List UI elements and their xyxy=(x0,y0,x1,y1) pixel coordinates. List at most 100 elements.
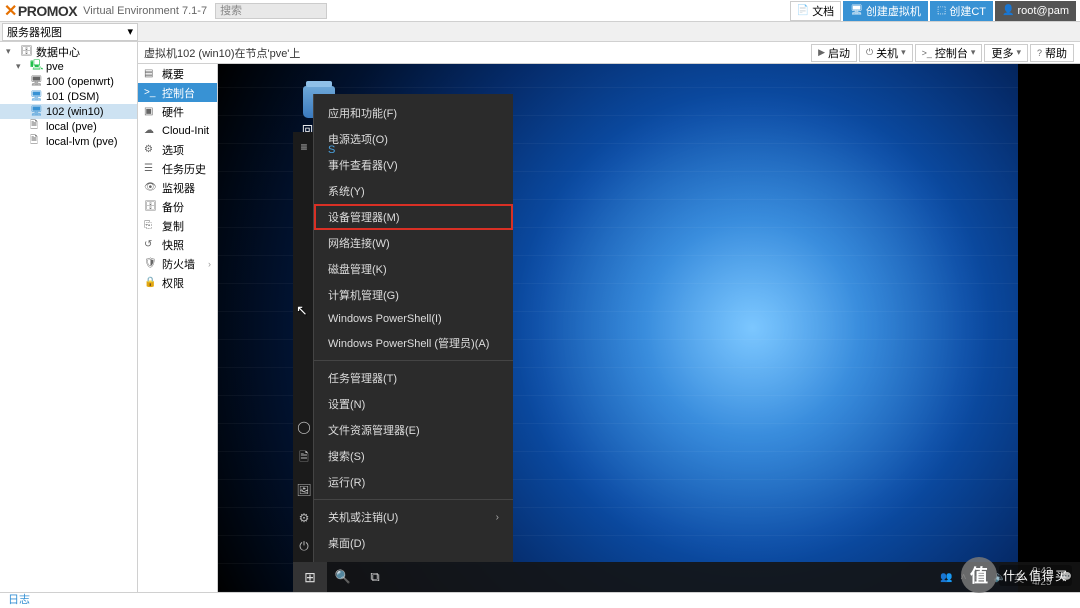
tree-vm-101[interactable]: 🖥101 (DSM) xyxy=(0,89,137,104)
view-selector[interactable]: 服务器视图▾ xyxy=(2,23,138,41)
chevron-down-icon: ▾ xyxy=(971,47,976,58)
sm-firewall[interactable]: 🛡防火墙› xyxy=(138,254,217,273)
chevron-right-icon: › xyxy=(208,259,211,269)
storage-icon: 🗎 xyxy=(30,133,42,150)
ctx-run[interactable]: 运行(R) xyxy=(314,469,513,495)
save-icon: 🗄 xyxy=(144,201,156,212)
ctx-apps[interactable]: 应用和功能(F) xyxy=(314,100,513,126)
server-icon: 🗄 xyxy=(20,46,32,57)
copy-icon: ⎘ xyxy=(144,220,156,231)
sm-hardware[interactable]: ▣硬件 xyxy=(138,102,217,121)
vm-icon: 🖥 xyxy=(30,106,42,117)
sm-replication[interactable]: ⎘复制 xyxy=(138,216,217,235)
ctx-compmgmt[interactable]: 计算机管理(G) xyxy=(314,282,513,308)
create-vm-button[interactable]: 🖥创建虚拟机 xyxy=(843,1,928,21)
ctx-search[interactable]: 搜索(S) xyxy=(314,443,513,469)
tree-datacenter[interactable]: ▾🗄数据中心 xyxy=(0,44,137,59)
ctx-powershell[interactable]: Windows PowerShell(I) xyxy=(314,308,513,330)
start-button[interactable]: ▶启动 xyxy=(811,44,857,62)
chevron-down-icon: ▾ xyxy=(1016,47,1021,58)
ctx-system[interactable]: 系统(Y) xyxy=(314,178,513,204)
content-panel: 虚拟机102 (win10)在节点'pve'上 ▶启动 ⏻关机▾ >_控制台▾ … xyxy=(138,42,1080,592)
content-body: ▤概要 >_控制台 ▣硬件 ☁Cloud-Init ⚙选项 ☰任务历史 👁监视器… xyxy=(138,64,1080,592)
start-menu-letter: S xyxy=(328,144,335,156)
ctx-explorer[interactable]: 文件资源管理器(E) xyxy=(314,417,513,443)
sm-permissions[interactable]: 🔒权限 xyxy=(138,273,217,292)
content-header: 虚拟机102 (win10)在节点'pve'上 ▶启动 ⏻关机▾ >_控制台▾ … xyxy=(138,42,1080,64)
vm-title: 虚拟机102 (win10)在节点'pve'上 xyxy=(144,45,300,61)
ctx-disk[interactable]: 磁盘管理(K) xyxy=(314,256,513,282)
power-icon[interactable]: ⏻ xyxy=(299,539,309,554)
shutdown-button[interactable]: ⏻关机▾ xyxy=(859,44,913,62)
tree-vm-102[interactable]: 🖥102 (win10) xyxy=(0,104,137,119)
sm-taskhistory[interactable]: ☰任务历史 xyxy=(138,159,217,178)
sm-backup[interactable]: 🗄备份 xyxy=(138,197,217,216)
vm-icon: 🖥 xyxy=(30,91,42,102)
sm-console[interactable]: >_控制台 xyxy=(138,83,217,102)
history-icon: ↺ xyxy=(144,239,156,250)
view-row: 服务器视图▾ xyxy=(0,22,1080,42)
eye-icon: 👁 xyxy=(144,182,156,193)
tree-vm-100[interactable]: 🖥100 (openwrt) xyxy=(0,74,137,89)
lock-icon: 🔒 xyxy=(144,277,156,288)
play-icon: ▶ xyxy=(818,47,825,58)
pictures-icon[interactable]: 🖼 xyxy=(296,483,311,497)
ctx-device-manager[interactable]: 设备管理器(M) xyxy=(314,204,513,230)
user-menu-button[interactable]: 👤root@pam xyxy=(995,1,1076,21)
log-bar[interactable]: 日志 xyxy=(0,592,1080,608)
ctx-network[interactable]: 网络连接(W) xyxy=(314,230,513,256)
ctx-desktop[interactable]: 桌面(D) xyxy=(314,530,513,556)
ctx-taskmgr[interactable]: 任务管理器(T) xyxy=(314,365,513,391)
vm-console[interactable]: 回收站 S ≡ ◯ 🗎 🖼 ⚙ ⏻ xyxy=(218,64,1080,592)
help-button[interactable]: ?帮助 xyxy=(1030,44,1074,62)
vm-icon: 🖥 xyxy=(30,76,42,87)
gear-icon: ⚙ xyxy=(144,144,156,155)
docs-button[interactable]: 📄文档 xyxy=(790,1,841,21)
chevron-right-icon: › xyxy=(496,512,499,523)
watermark: 值 什么值得买 xyxy=(961,557,1072,593)
ctx-power[interactable]: 电源选项(O) xyxy=(314,126,513,152)
ctx-events[interactable]: 事件查看器(V) xyxy=(314,152,513,178)
create-ct-button[interactable]: ⬚创建CT xyxy=(930,1,993,21)
tray-people-icon[interactable]: 👥 xyxy=(940,572,952,583)
start-button[interactable]: ⊞ xyxy=(293,562,327,592)
menu-icon[interactable]: ≡ xyxy=(300,140,307,154)
user-icon[interactable]: ◯ xyxy=(297,420,310,434)
tree-storage-local[interactable]: 🗎local (pve) xyxy=(0,119,137,134)
cube-icon: ⬚ xyxy=(937,5,946,16)
chevron-down-icon: ▾ xyxy=(127,25,133,38)
chevron-down-icon: ▾ xyxy=(901,47,906,58)
ctx-settings[interactable]: 设置(N) xyxy=(314,391,513,417)
taskbar-search-icon[interactable]: 🔍 xyxy=(327,562,359,592)
ctx-separator xyxy=(314,499,513,500)
console-button[interactable]: >_控制台▾ xyxy=(915,44,983,62)
user-icon: 👤 xyxy=(1002,5,1014,16)
sm-summary[interactable]: ▤概要 xyxy=(138,64,217,83)
documents-icon[interactable]: 🗎 xyxy=(299,448,309,469)
sm-cloudinit[interactable]: ☁Cloud-Init xyxy=(138,121,217,140)
help-icon: ? xyxy=(1037,48,1042,58)
taskbar-taskview-icon[interactable]: ⧉ xyxy=(359,562,391,592)
tree-storage-localvm[interactable]: 🗎local-lvm (pve) xyxy=(0,134,137,149)
sm-snapshot[interactable]: ↺快照 xyxy=(138,235,217,254)
terminal-icon: >_ xyxy=(922,48,932,58)
ctx-shutdown[interactable]: 关机或注销(U)› xyxy=(314,504,513,530)
list-icon: ☰ xyxy=(144,163,156,174)
sm-monitor[interactable]: 👁监视器 xyxy=(138,178,217,197)
settings-icon[interactable]: ⚙ xyxy=(299,511,310,525)
watermark-text: 什么值得买 xyxy=(999,565,1072,586)
shield-icon: 🛡 xyxy=(144,258,156,269)
collapse-icon: ▾ xyxy=(6,46,16,57)
search-input[interactable]: 搜索 xyxy=(215,3,327,19)
docs-icon: 📄 xyxy=(797,5,809,16)
resource-tree: ▾🗄数据中心 ▾🖳pve 🖥100 (openwrt) 🖥101 (DSM) 🖥… xyxy=(0,42,138,592)
chip-icon: ▣ xyxy=(144,106,156,117)
ctx-separator xyxy=(314,360,513,361)
ctx-powershell-admin[interactable]: Windows PowerShell (管理员)(A) xyxy=(314,330,513,356)
sm-options[interactable]: ⚙选项 xyxy=(138,140,217,159)
tree-node-pve[interactable]: ▾🖳pve xyxy=(0,59,137,74)
winx-context-menu: 应用和功能(F) 电源选项(O) 事件查看器(V) 系统(Y) 设备管理器(M)… xyxy=(313,94,513,562)
start-menu-rail: ≡ ◯ 🗎 🖼 ⚙ ⏻ xyxy=(293,132,315,562)
power-icon: ⏻ xyxy=(866,47,873,58)
more-button[interactable]: 更多▾ xyxy=(984,44,1028,62)
